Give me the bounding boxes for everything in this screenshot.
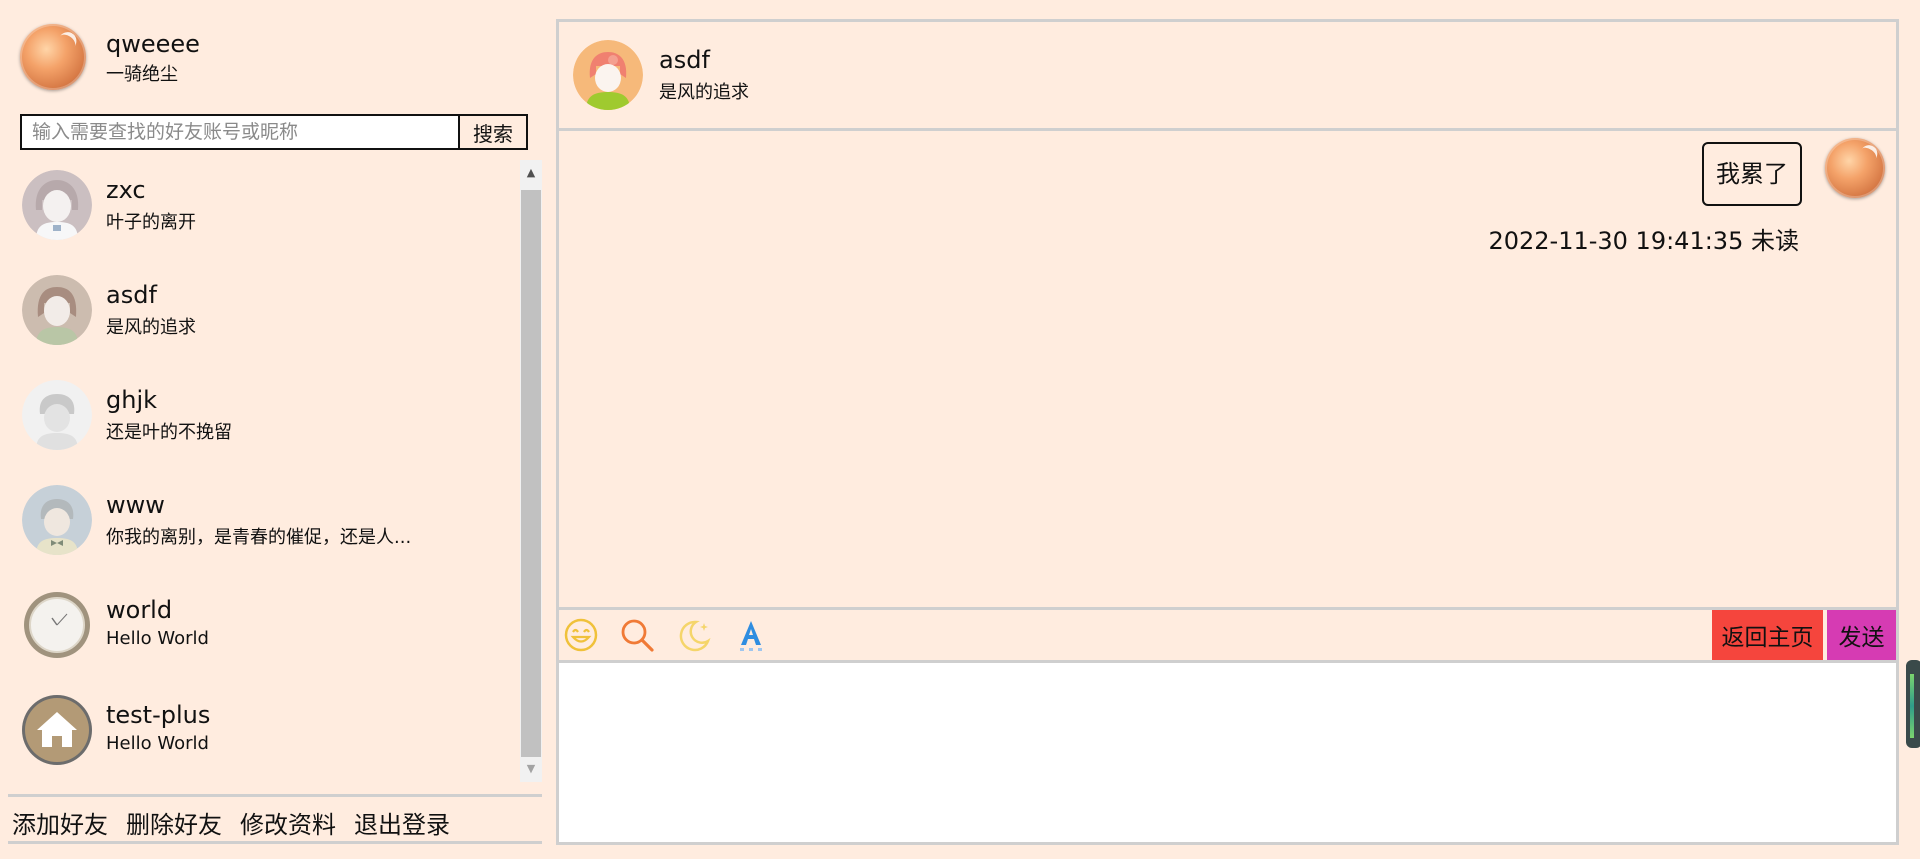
- sidebar: qweeee 一骑绝尘 搜索 zxc 叶子的离开: [0, 0, 550, 859]
- emoji-icon[interactable]: [563, 617, 599, 653]
- friend-name: test-plus: [106, 701, 211, 729]
- scroll-down-arrow-icon[interactable]: ▼: [520, 756, 542, 782]
- send-button[interactable]: 发送: [1827, 610, 1896, 660]
- search-icon[interactable]: [619, 617, 655, 653]
- search-input[interactable]: [22, 116, 458, 148]
- moon-icon[interactable]: [676, 617, 712, 653]
- compose-toolbar: 返回主页 发送: [559, 607, 1896, 663]
- friend-item-world[interactable]: world Hello World: [0, 580, 510, 680]
- friend-name: ghjk: [106, 386, 158, 414]
- friend-signature: 是风的追求: [106, 317, 196, 338]
- edit-profile-button[interactable]: 修改资料: [240, 805, 336, 840]
- add-friend-button[interactable]: 添加好友: [12, 805, 108, 840]
- peer-avatar-icon[interactable]: [573, 40, 643, 110]
- message-input[interactable]: [559, 663, 1896, 842]
- search-button[interactable]: 搜索: [458, 116, 526, 148]
- friend-name: zxc: [106, 176, 146, 204]
- friend-signature: 还是叶的不挽留: [106, 422, 232, 443]
- chat-header: asdf 是风的追求: [559, 22, 1896, 131]
- message-read-status: 未读: [1751, 227, 1799, 255]
- friend-name: www: [106, 491, 165, 519]
- logout-button[interactable]: 退出登录: [354, 805, 450, 840]
- sender-avatar: [1825, 138, 1885, 198]
- bottom-action-bar: 添加好友 删除好友 修改资料 退出登录: [8, 794, 542, 844]
- friend-item-test-plus[interactable]: test-plus Hello World: [0, 685, 510, 785]
- clock-avatar-icon: [22, 590, 92, 660]
- back-home-button[interactable]: 返回主页: [1712, 610, 1823, 660]
- message-timestamp: 2022-11-30 19:41:35: [1488, 227, 1744, 255]
- friend-signature: 你我的离别，是青春的催促，还是人...: [106, 527, 412, 548]
- floating-edge-widget[interactable]: [1906, 660, 1920, 748]
- chat-panel: asdf 是风的追求 我累了 2022-11-30 19:41:35 未读 返回…: [556, 19, 1899, 845]
- friend-signature: Hello World: [106, 628, 209, 649]
- friend-search-bar: 搜索: [20, 114, 528, 150]
- friend-item-ghjk[interactable]: ghjk 还是叶的不挽留: [0, 370, 510, 470]
- scrollbar-thumb[interactable]: [521, 190, 541, 757]
- friend-signature: Hello World: [106, 733, 209, 754]
- font-icon[interactable]: [733, 617, 769, 653]
- friend-name: world: [106, 596, 173, 624]
- friend-name: asdf: [106, 281, 157, 309]
- girl-avatar-icon: [22, 170, 92, 240]
- message-meta: 2022-11-30 19:41:35 未读: [1488, 221, 1799, 256]
- girl-avatar-icon: [22, 275, 92, 345]
- friend-item-www[interactable]: www 你我的离别，是青春的催促，还是人...: [0, 475, 510, 575]
- friend-list-scrollbar[interactable]: ▲ ▼: [520, 160, 542, 782]
- delete-friend-button[interactable]: 删除好友: [126, 805, 222, 840]
- scroll-up-arrow-icon[interactable]: ▲: [520, 160, 542, 186]
- peer-name: asdf: [659, 46, 710, 74]
- peer-signature: 是风的追求: [659, 82, 749, 103]
- boy-bowtie-avatar-icon: [22, 485, 92, 555]
- friend-signature: 叶子的离开: [106, 212, 196, 233]
- friend-list: zxc 叶子的离开 asdf 是风的追求 ghjk 还是叶的不挽留 www 你我…: [0, 160, 520, 785]
- message-bubble: 我累了: [1702, 142, 1802, 206]
- home-avatar-icon: [22, 695, 92, 765]
- message-area: 我累了 2022-11-30 19:41:35 未读: [559, 131, 1896, 607]
- user-name: qweeee: [106, 30, 200, 58]
- friend-item-asdf[interactable]: asdf 是风的追求: [0, 265, 510, 365]
- friend-item-zxc[interactable]: zxc 叶子的离开: [0, 160, 510, 260]
- user-avatar[interactable]: [20, 24, 86, 90]
- boy-avatar-icon: [22, 380, 92, 450]
- user-signature: 一骑绝尘: [106, 64, 178, 85]
